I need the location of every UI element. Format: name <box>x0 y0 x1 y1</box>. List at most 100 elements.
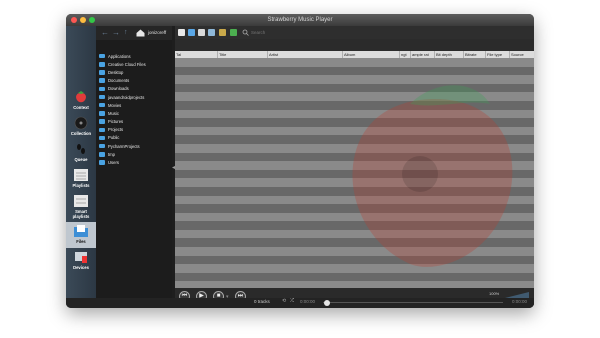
folder-icon <box>99 53 105 59</box>
table-row[interactable] <box>175 169 534 179</box>
table-row[interactable] <box>175 92 534 101</box>
column-header-file-type[interactable]: File type <box>486 51 510 58</box>
folder-icon <box>99 135 105 141</box>
table-header: Tal Title Artist Album ngt ample rat Bit… <box>175 51 534 58</box>
window-title: Strawberry Music Player <box>267 17 333 23</box>
column-header-bitrate[interactable]: Bitrate <box>464 51 486 58</box>
table-row[interactable] <box>175 118 534 127</box>
table-row[interactable] <box>175 152 534 162</box>
seek-handle[interactable] <box>324 299 330 306</box>
table-row[interactable] <box>175 212 534 222</box>
folder-icon <box>99 143 105 149</box>
clear-playlist-icon[interactable] <box>208 29 215 36</box>
list-item[interactable]: Applications <box>99 52 172 60</box>
list-item[interactable]: PycharmProjects <box>99 142 172 150</box>
up-arrow-icon[interactable]: ↑ <box>124 28 128 38</box>
column-header-album[interactable]: Album <box>343 51 400 58</box>
table-row[interactable] <box>175 255 534 265</box>
sidebar-item-collection[interactable]: Collection <box>66 114 96 140</box>
app-window: Strawberry Music Player Context Collecti… <box>66 14 534 308</box>
seek-bar[interactable] <box>323 302 503 303</box>
folder-name: Music <box>108 110 119 116</box>
table-row[interactable] <box>175 221 534 230</box>
table-row[interactable] <box>175 66 534 76</box>
folder-icon <box>99 70 105 75</box>
sidebar-item-files[interactable]: Files <box>66 222 96 248</box>
sidebar-item-label: Queue <box>74 157 88 162</box>
table-row[interactable] <box>175 238 534 248</box>
column-header-artist[interactable]: Artist <box>268 51 343 58</box>
list-item[interactable]: Desktop <box>99 68 172 76</box>
column-header-track[interactable]: Tal <box>175 51 218 58</box>
sidebar-item-label: Context <box>73 105 89 110</box>
column-header-sample-rate[interactable]: ample rat <box>411 51 435 58</box>
column-header-source[interactable]: Source <box>510 51 534 58</box>
column-header-bit-depth[interactable]: Bit depth <box>435 51 464 58</box>
sidebar-item-smart-playlists[interactable]: Smart playlists <box>66 192 96 222</box>
list-item[interactable]: Music <box>99 109 172 117</box>
folder-name: Pictures <box>108 119 124 125</box>
folder-name: tmp <box>108 151 115 157</box>
new-playlist-icon[interactable] <box>178 29 185 36</box>
list-item[interactable]: Documents <box>99 77 172 85</box>
list-item[interactable]: Pictures <box>99 118 172 126</box>
list-item[interactable]: Downloads <box>99 85 172 93</box>
table-row[interactable] <box>175 229 534 239</box>
sidebar-item-label: Playlists <box>72 183 90 188</box>
home-icon[interactable] <box>136 29 145 37</box>
table-row[interactable] <box>175 204 534 213</box>
column-header-length[interactable]: ngt <box>400 51 411 58</box>
search-input[interactable] <box>251 28 371 37</box>
table-row[interactable] <box>175 264 534 273</box>
favorite-playlist-icon[interactable] <box>219 29 226 36</box>
table-row[interactable] <box>175 83 534 93</box>
table-row[interactable] <box>175 135 534 144</box>
table-row[interactable] <box>175 100 534 110</box>
table-row[interactable] <box>175 195 534 205</box>
list-item[interactable]: Users <box>99 158 172 166</box>
list-item[interactable]: javaandroidprojects <box>99 93 172 101</box>
table-row[interactable] <box>175 161 534 170</box>
column-header-title[interactable]: Title <box>218 51 268 58</box>
folder-name: PycharmProjects <box>108 143 140 149</box>
repeat-icon[interactable]: ⟲ <box>282 298 286 304</box>
playlist-rows <box>175 58 534 290</box>
sidebar-item-playlists[interactable]: Playlists <box>66 166 96 192</box>
table-row[interactable] <box>175 126 534 136</box>
folder-name: Documents <box>108 78 130 84</box>
status-bar: 0 tracks ⟲ ⤮ 0:00:00 0:00:00 <box>66 298 534 308</box>
dynamic-mode-icon[interactable] <box>230 29 237 36</box>
sidebar-item-context[interactable]: Context <box>66 88 96 114</box>
table-row[interactable] <box>175 178 534 187</box>
folder-icon <box>99 111 105 116</box>
sidebar-item-devices[interactable]: Devices <box>66 248 96 274</box>
list-item[interactable]: Public <box>99 134 172 142</box>
folder-icon <box>99 102 105 108</box>
table-row[interactable] <box>175 109 534 119</box>
list-item[interactable]: tmp <box>99 150 172 158</box>
list-item[interactable]: Projects <box>99 126 172 134</box>
save-playlist-icon[interactable] <box>198 29 205 36</box>
table-row[interactable] <box>175 247 534 256</box>
folder-list: Applications Creative Cloud Files Deskto… <box>99 52 172 167</box>
folder-icon <box>99 127 105 133</box>
table-row[interactable] <box>175 75 534 84</box>
playlists-icon <box>74 169 88 181</box>
list-item[interactable]: Creative Cloud Files <box>99 60 172 68</box>
table-row[interactable] <box>175 186 534 196</box>
back-arrow-icon[interactable]: ← <box>101 28 109 38</box>
sidebar-item-queue[interactable]: Queue <box>66 140 96 166</box>
load-playlist-icon[interactable] <box>188 29 195 36</box>
table-row[interactable] <box>175 143 534 153</box>
elapsed-time: 0:00:00 <box>300 299 316 304</box>
folder-name: Projects <box>108 127 124 133</box>
forward-arrow-icon[interactable]: → <box>112 28 120 38</box>
table-row[interactable] <box>175 58 534 67</box>
folder-name: Public <box>108 135 120 141</box>
list-item[interactable]: Movies <box>99 101 172 109</box>
table-row[interactable] <box>175 272 534 282</box>
folder-name: Movies <box>108 102 122 108</box>
folder-icon <box>99 160 105 165</box>
shuffle-icon[interactable]: ⤮ <box>290 298 294 304</box>
title-bar: Strawberry Music Player <box>66 14 534 26</box>
